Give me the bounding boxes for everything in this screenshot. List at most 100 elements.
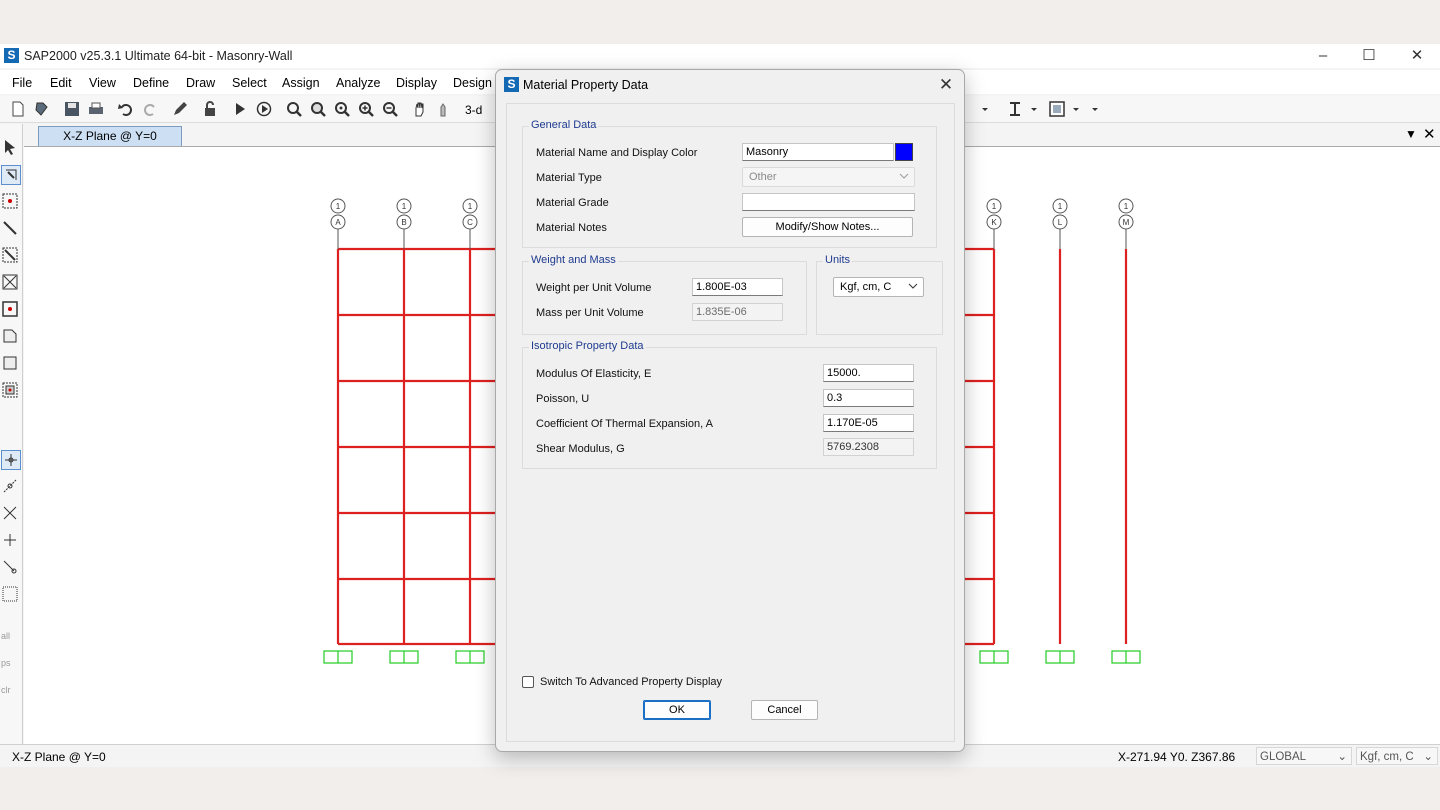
menu-analyze[interactable]: Analyze — [336, 76, 380, 90]
units-select[interactable]: Kgf, cm, C ⌄ — [1356, 747, 1438, 765]
menu-view[interactable]: View — [89, 76, 116, 90]
material-type-value: Other — [749, 171, 777, 183]
sap2000-logo-icon: S — [504, 77, 519, 92]
advanced-display-checkbox[interactable] — [522, 676, 534, 688]
snap-grid-icon[interactable] — [1, 585, 19, 603]
lock-icon[interactable] — [200, 99, 220, 119]
modify-notes-button[interactable]: Modify/Show Notes... — [742, 217, 913, 237]
weight-per-volume-input[interactable]: 1.800E-03 — [692, 278, 783, 296]
quick-draw-frame-icon[interactable] — [1, 246, 19, 264]
grid-bubble-number-text: 1 — [992, 202, 997, 211]
thermal-expansion-input[interactable]: 1.170E-05 — [823, 414, 914, 432]
previous-selection-label[interactable]: ps — [1, 658, 11, 668]
pencil-icon[interactable] — [170, 99, 190, 119]
menu-file[interactable]: File — [12, 76, 32, 90]
weight-mass-title: Weight and Mass — [529, 254, 618, 266]
material-type-select: Other — [742, 167, 915, 187]
material-name-input[interactable]: Masonry — [742, 143, 894, 161]
snap-points-icon[interactable] — [1, 450, 21, 470]
dialog-close-button[interactable]: ✕ — [934, 74, 958, 96]
draw-special-joint-icon[interactable] — [1, 300, 19, 318]
open-model-icon[interactable] — [32, 99, 52, 119]
minimize-button[interactable]: – — [1300, 44, 1346, 68]
menu-draw[interactable]: Draw — [186, 76, 215, 90]
window-title: SAP2000 v25.3.1 Ultimate 64-bit - Masonr… — [24, 49, 293, 63]
toolbar-dropdown-icon[interactable] — [975, 99, 995, 119]
area-section-icon[interactable] — [1047, 99, 1067, 119]
units-value: Kgf, cm, C — [1360, 751, 1414, 763]
undo-icon[interactable] — [116, 99, 136, 119]
zoom-restore-icon[interactable] — [332, 99, 352, 119]
coord-system-select[interactable]: GLOBAL ⌄ — [1256, 747, 1352, 765]
clear-selection-label[interactable]: clr — [1, 685, 11, 695]
mass-per-volume-label: Mass per Unit Volume — [536, 307, 644, 319]
zoom-out-icon[interactable] — [380, 99, 400, 119]
menu-select[interactable]: Select — [232, 76, 267, 90]
draw-poly-area-icon[interactable] — [1, 327, 19, 345]
weight-per-volume-label: Weight per Unit Volume — [536, 282, 652, 294]
material-notes-label: Material Notes — [536, 222, 607, 234]
pointer-icon[interactable] — [1, 138, 19, 156]
tab-xz-plane[interactable]: X-Z Plane @ Y=0 — [38, 126, 182, 146]
run-options-icon[interactable] — [254, 99, 274, 119]
snap-intersections-icon[interactable] — [1, 504, 19, 522]
close-view-icon[interactable]: ✕ — [1423, 125, 1436, 143]
area-dropdown-icon[interactable] — [1066, 99, 1086, 119]
draw-frame-icon[interactable] — [1, 219, 19, 237]
run-analysis-icon[interactable] — [230, 99, 250, 119]
menu-design[interactable]: Design — [453, 76, 492, 90]
shear-modulus-label: Shear Modulus, G — [536, 443, 625, 455]
dialog-units-value: Kgf, cm, C — [840, 281, 892, 293]
tab-dropdown-icon[interactable]: ▼ — [1405, 127, 1417, 141]
snap-lines-icon[interactable] — [1, 477, 19, 495]
ok-button[interactable]: OK — [643, 700, 711, 720]
reshape-icon[interactable] — [1, 165, 21, 185]
units-group: Units Kgf, cm, C — [816, 254, 943, 335]
section-dropdown-icon[interactable] — [1024, 99, 1044, 119]
section-i-icon[interactable] — [1005, 99, 1025, 119]
menu-edit[interactable]: Edit — [50, 76, 72, 90]
cancel-button[interactable]: Cancel — [751, 700, 818, 720]
grid-bubble-letter-text: L — [1058, 218, 1063, 227]
more-dropdown-icon[interactable] — [1085, 99, 1105, 119]
select-all-label[interactable]: all — [1, 631, 10, 641]
save-icon[interactable] — [62, 99, 82, 119]
isotropic-property-title: Isotropic Property Data — [529, 340, 646, 352]
general-data-group: General Data Material Name and Display C… — [522, 119, 937, 248]
zoom-full-icon[interactable] — [308, 99, 328, 119]
maximize-button[interactable]: ☐ — [1346, 44, 1392, 68]
draw-rect-area-icon[interactable] — [1, 354, 19, 372]
dialog-title: Material Property Data — [523, 78, 649, 92]
dialog-body: General Data Material Name and Display C… — [506, 103, 955, 742]
material-color-swatch[interactable] — [895, 143, 913, 161]
redo-icon[interactable] — [140, 99, 160, 119]
pan-view-icon[interactable] — [434, 99, 454, 119]
chevron-down-icon — [899, 173, 909, 179]
material-grade-input[interactable] — [742, 193, 915, 211]
menu-assign[interactable]: Assign — [282, 76, 320, 90]
dialog-units-select[interactable]: Kgf, cm, C — [833, 277, 924, 297]
modulus-elasticity-label: Modulus Of Elasticity, E — [536, 368, 652, 380]
quick-draw-braces-icon[interactable] — [1, 273, 19, 291]
status-view-label: X-Z Plane @ Y=0 — [12, 750, 106, 764]
menu-define[interactable]: Define — [133, 76, 169, 90]
pan-hand-icon[interactable] — [410, 99, 430, 119]
close-window-button[interactable]: ✕ — [1394, 44, 1440, 68]
grid-bubble-letter-text: M — [1123, 218, 1130, 227]
zoom-window-icon[interactable] — [284, 99, 304, 119]
modulus-elasticity-input[interactable]: 15000. — [823, 364, 914, 382]
snap-extension-icon[interactable] — [1, 558, 19, 576]
thermal-expansion-label: Coefficient Of Thermal Expansion, A — [536, 418, 713, 430]
new-model-icon[interactable] — [8, 99, 28, 119]
grid-bubble-letter-text: B — [401, 218, 406, 227]
poisson-input[interactable]: 0.3 — [823, 389, 914, 407]
isotropic-property-group: Isotropic Property Data Modulus Of Elast… — [522, 340, 937, 469]
quick-draw-area-icon[interactable] — [1, 381, 19, 399]
menu-display[interactable]: Display — [396, 76, 437, 90]
view-3d-button[interactable]: 3-d — [465, 103, 482, 117]
weight-mass-group: Weight and Mass Weight per Unit Volume 1… — [522, 254, 807, 335]
draw-joint-icon[interactable] — [1, 192, 19, 210]
zoom-in-icon[interactable] — [356, 99, 376, 119]
snap-perpendicular-icon[interactable] — [1, 531, 19, 549]
print-icon[interactable] — [86, 99, 106, 119]
